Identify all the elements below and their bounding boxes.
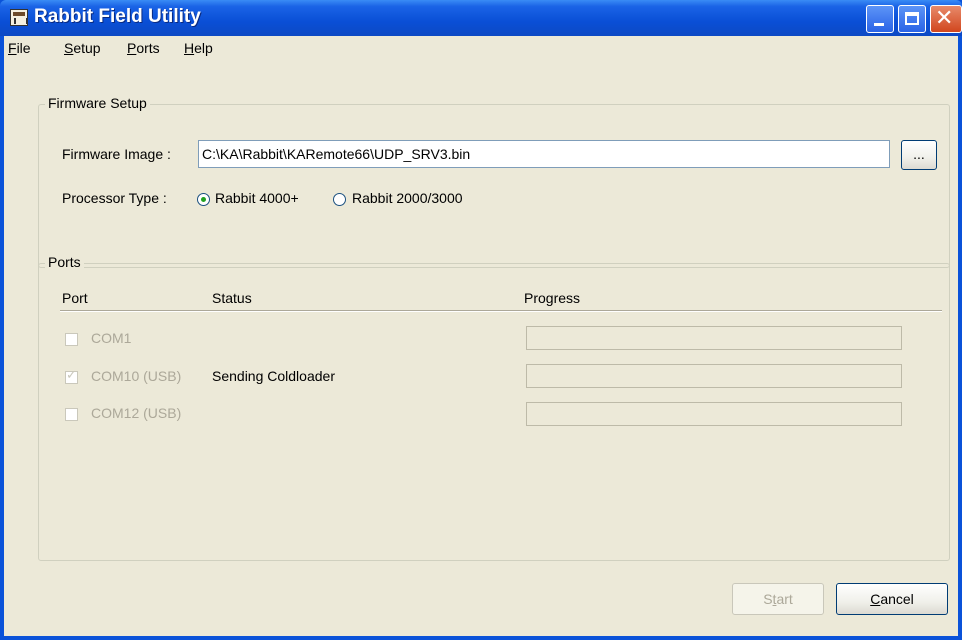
app-icon bbox=[10, 9, 28, 26]
title-bar[interactable]: Rabbit Field Utility ✕ bbox=[0, 0, 962, 36]
port-status-com10: Sending Coldloader bbox=[212, 368, 335, 384]
radio-rabbit-4000-label[interactable]: Rabbit 4000+ bbox=[215, 190, 299, 206]
ports-legend: Ports bbox=[45, 254, 84, 270]
column-status: Status bbox=[212, 290, 252, 306]
progress-bar-com12 bbox=[526, 402, 902, 426]
start-button[interactable]: Start bbox=[732, 583, 824, 615]
firmware-setup-legend: Firmware Setup bbox=[45, 95, 150, 111]
dialog-body: File Setup Ports Help Firmware Setup Fir… bbox=[4, 36, 958, 636]
firmware-setup-group: Firmware Setup bbox=[38, 95, 950, 268]
window-title: Rabbit Field Utility bbox=[34, 6, 201, 27]
start-label-rest: art bbox=[776, 591, 793, 607]
cancel-label-accel: C bbox=[870, 591, 881, 607]
port-checkbox-com12[interactable] bbox=[65, 408, 78, 421]
processor-type-label: Processor Type : bbox=[62, 190, 167, 206]
cancel-label-rest: ancel bbox=[880, 591, 914, 607]
column-port: Port bbox=[62, 290, 88, 306]
menu-file[interactable]: File bbox=[8, 40, 31, 56]
menu-bar: File Setup Ports Help bbox=[4, 36, 958, 62]
app-window: Rabbit Field Utility ✕ File Setup Ports … bbox=[0, 0, 962, 640]
firmware-image-field[interactable]: C:\KA\Rabbit\KARemote66\UDP_SRV3.bin bbox=[198, 140, 890, 168]
cancel-button[interactable]: Cancel bbox=[836, 583, 948, 615]
maximize-button[interactable] bbox=[898, 5, 926, 33]
menu-ports[interactable]: Ports bbox=[127, 40, 160, 56]
close-button[interactable]: ✕ bbox=[930, 5, 962, 33]
header-divider-highlight bbox=[60, 311, 942, 312]
port-label-com10: COM10 (USB) bbox=[91, 368, 182, 384]
firmware-image-label: Firmware Image : bbox=[62, 146, 171, 162]
radio-rabbit-2000-3000[interactable] bbox=[333, 193, 346, 206]
minimize-icon bbox=[874, 23, 884, 26]
port-checkbox-com10[interactable] bbox=[65, 368, 78, 384]
browse-button[interactable]: ... bbox=[901, 140, 937, 170]
port-label-com1: COM1 bbox=[91, 330, 132, 346]
menu-ports-accel: P bbox=[127, 40, 137, 56]
menu-help-accel: H bbox=[184, 40, 195, 56]
menu-help-label: elp bbox=[194, 40, 213, 56]
column-progress: Progress bbox=[524, 290, 581, 306]
menu-help[interactable]: Help bbox=[184, 40, 213, 56]
menu-file-label: ile bbox=[16, 40, 31, 56]
radio-rabbit-4000[interactable] bbox=[197, 193, 210, 206]
close-icon: ✕ bbox=[935, 6, 954, 31]
start-label-prefix: S bbox=[763, 591, 773, 607]
menu-setup-label: etup bbox=[73, 40, 101, 56]
menu-ports-label: orts bbox=[136, 40, 160, 56]
maximize-icon bbox=[905, 12, 919, 25]
menu-setup[interactable]: Setup bbox=[64, 40, 101, 56]
menu-file-accel: F bbox=[8, 40, 17, 56]
minimize-button[interactable] bbox=[866, 5, 894, 33]
progress-bar-com1 bbox=[526, 326, 902, 350]
radio-rabbit-2000-3000-label[interactable]: Rabbit 2000/3000 bbox=[352, 190, 463, 206]
port-label-com12: COM12 (USB) bbox=[91, 405, 182, 421]
progress-bar-com10 bbox=[526, 364, 902, 388]
port-checkbox-com1[interactable] bbox=[65, 333, 78, 346]
menu-setup-accel: S bbox=[64, 40, 74, 56]
